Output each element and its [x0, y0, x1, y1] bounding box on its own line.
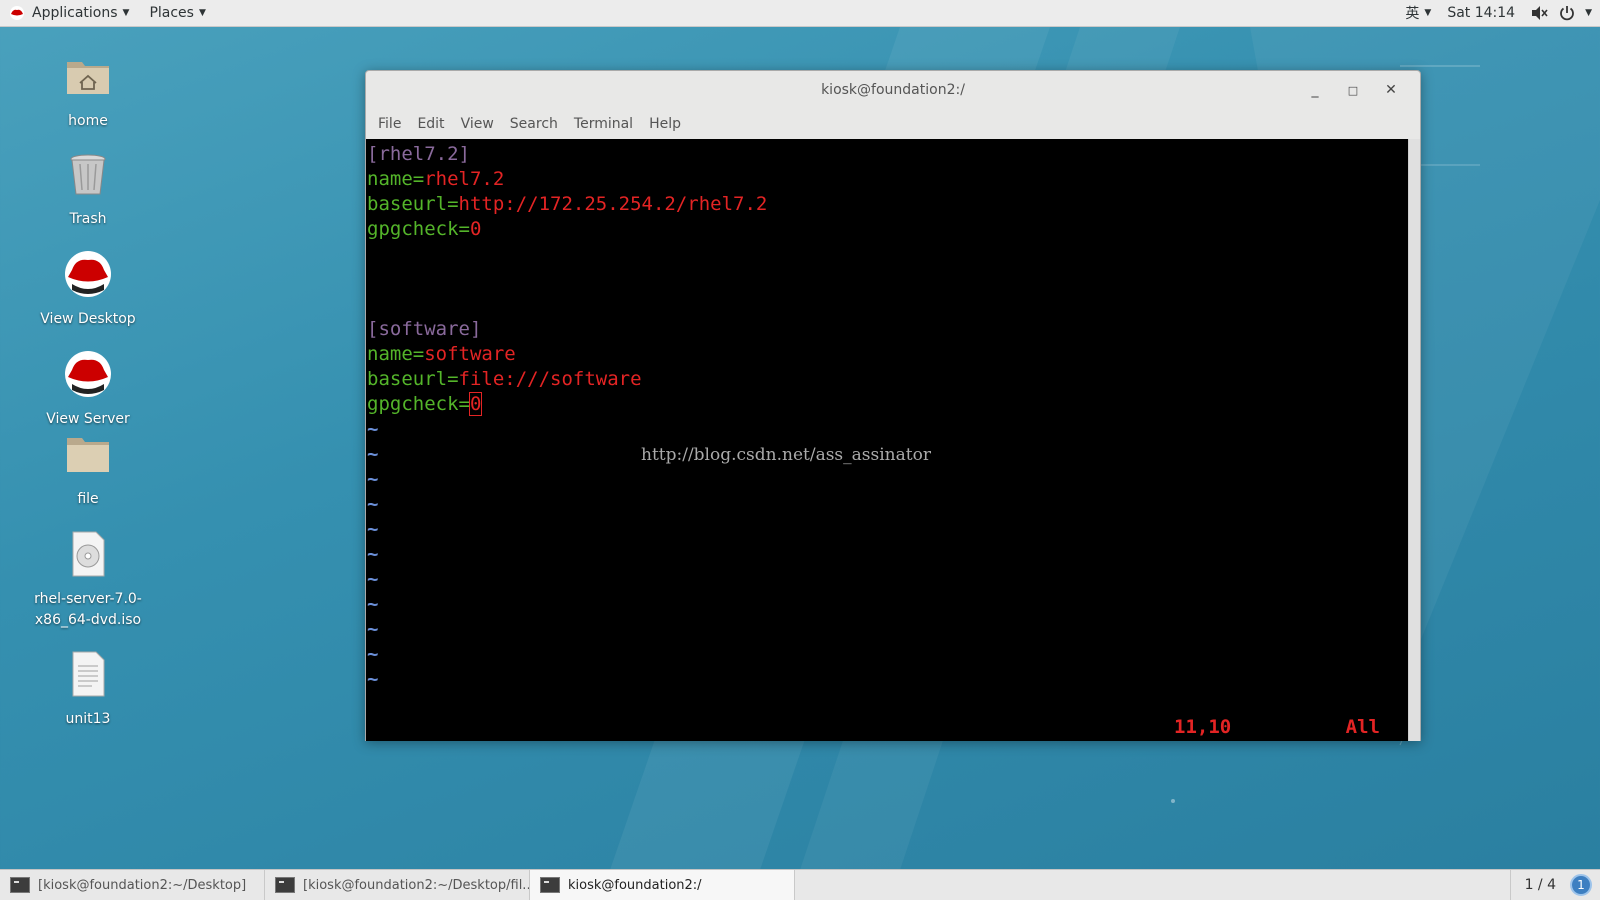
places-label: Places	[149, 5, 194, 21]
window-title: kiosk@foundation2:/	[821, 82, 965, 98]
menu-file[interactable]: File	[370, 116, 409, 132]
chevron-down-icon: ▼	[122, 8, 130, 18]
redhat-icon	[10, 6, 24, 20]
menu-view[interactable]: View	[453, 116, 502, 132]
disc-image-icon	[72, 531, 105, 577]
taskbar-item-desktop-file[interactable]: [kiosk@foundation2:~/Desktop/fil...	[265, 869, 530, 900]
editor-line: [software]	[367, 318, 482, 340]
desktop-icon-unit13[interactable]: unit13	[33, 650, 143, 730]
applications-menu[interactable]: Applications ▼	[0, 0, 139, 27]
desktop-icon-label: unit13	[65, 711, 111, 727]
applications-label: Applications	[32, 5, 118, 21]
speaker-muted-icon	[1532, 6, 1548, 20]
terminal-icon	[275, 877, 295, 893]
close-icon: ✕	[1385, 82, 1397, 98]
maximize-button[interactable]: □	[1334, 79, 1372, 101]
empty-line-marker: ~	[367, 518, 379, 540]
system-menu[interactable]: ▼	[1523, 0, 1600, 27]
empty-line-marker: ~	[367, 593, 379, 615]
text-cursor: 0	[468, 392, 483, 416]
watermark-text: http://blog.csdn.net/ass_assinator	[641, 445, 931, 465]
desktop-icon-label: Trash	[69, 211, 107, 227]
empty-line-marker: ~	[367, 543, 379, 565]
terminal-scrollbar[interactable]	[1408, 139, 1420, 741]
workspace-switcher[interactable]: 1 / 4	[1509, 869, 1570, 900]
editor-line: name=software	[367, 343, 516, 365]
redhat-icon	[65, 351, 111, 397]
folder-icon	[67, 438, 109, 472]
home-folder-icon	[67, 62, 109, 94]
desktop-icon-label: file	[77, 491, 99, 507]
input-method-indicator[interactable]: 英 ▼	[1397, 0, 1439, 27]
empty-line-marker: ~	[367, 493, 379, 515]
desktop-icon-file[interactable]: file	[33, 430, 143, 510]
chevron-down-icon: ▼	[1585, 8, 1592, 18]
empty-line-marker: ~	[367, 668, 379, 690]
vim-status-line: 11,10 All	[366, 715, 1410, 740]
desktop-icon-label: View Desktop	[40, 311, 136, 327]
empty-line-marker: ~	[367, 618, 379, 640]
desktop-icon-iso[interactable]: rhel-server-7.0-x86_64-dvd.iso	[33, 530, 143, 631]
editor-line: baseurl=http://172.25.254.2/rhel7.2	[367, 193, 768, 215]
chevron-down-icon: ▼	[1424, 8, 1432, 18]
minimize-button[interactable]: _	[1296, 79, 1334, 101]
desktop-icon-trash[interactable]: Trash	[33, 150, 143, 230]
empty-line-marker: ~	[367, 643, 379, 665]
clock[interactable]: Sat 14:14	[1439, 0, 1523, 27]
cursor-position: 11,10	[1174, 716, 1232, 738]
desktop-icon-label: rhel-server-7.0-x86_64-dvd.iso	[34, 591, 142, 628]
terminal-content[interactable]: [rhel7.2] name=rhel7.2 baseurl=http://17…	[366, 139, 1410, 741]
maximize-icon: □	[1347, 83, 1359, 97]
taskbar-item-root[interactable]: kiosk@foundation2:/	[530, 869, 795, 900]
notification-badge[interactable]: 1	[1570, 874, 1592, 896]
terminal-icon	[10, 877, 30, 893]
chevron-down-icon: ▼	[198, 8, 206, 18]
editor-line: name=rhel7.2	[367, 168, 505, 190]
text-file-icon	[72, 651, 105, 697]
editor-line: gpgcheck=0	[367, 392, 483, 416]
menu-edit[interactable]: Edit	[409, 116, 452, 132]
window-titlebar[interactable]: kiosk@foundation2:/ _ □ ✕	[366, 71, 1420, 109]
editor-line: baseurl=file:///software	[367, 368, 642, 390]
empty-line-marker: ~	[367, 468, 379, 490]
editor-line: [rhel7.2]	[367, 143, 470, 165]
editor-line: gpgcheck=0	[367, 218, 482, 240]
window-menubar: File Edit View Search Terminal Help	[366, 109, 1420, 139]
terminal-icon	[540, 877, 560, 893]
menu-search[interactable]: Search	[502, 116, 566, 132]
desktop-icon-label: home	[68, 113, 108, 129]
desktop-icon-view-desktop[interactable]: View Desktop	[33, 250, 143, 330]
close-button[interactable]: ✕	[1372, 79, 1410, 101]
trash-icon	[70, 154, 106, 195]
desktop-icon-view-server[interactable]: View Server	[33, 350, 143, 430]
power-icon	[1560, 6, 1574, 21]
menu-terminal[interactable]: Terminal	[566, 116, 641, 132]
redhat-icon	[65, 251, 111, 297]
desktop-icon-home[interactable]: home	[33, 52, 143, 132]
desktop-icon-label: View Server	[46, 411, 130, 427]
empty-line-marker: ~	[367, 418, 379, 440]
minimize-icon: _	[1311, 82, 1319, 98]
terminal-window: kiosk@foundation2:/ _ □ ✕ File Edit View…	[365, 70, 1421, 741]
places-menu[interactable]: Places ▼	[139, 0, 215, 27]
scroll-indicator: All	[1345, 716, 1380, 738]
menu-help[interactable]: Help	[641, 116, 689, 132]
bottom-panel: [kiosk@foundation2:~/Desktop] [kiosk@fou…	[0, 869, 1600, 900]
empty-line-marker: ~	[367, 568, 379, 590]
taskbar-item-desktop[interactable]: [kiosk@foundation2:~/Desktop]	[0, 869, 265, 900]
top-panel: Applications ▼ Places ▼ 英 ▼ Sat 14:14 ▼	[0, 0, 1600, 27]
